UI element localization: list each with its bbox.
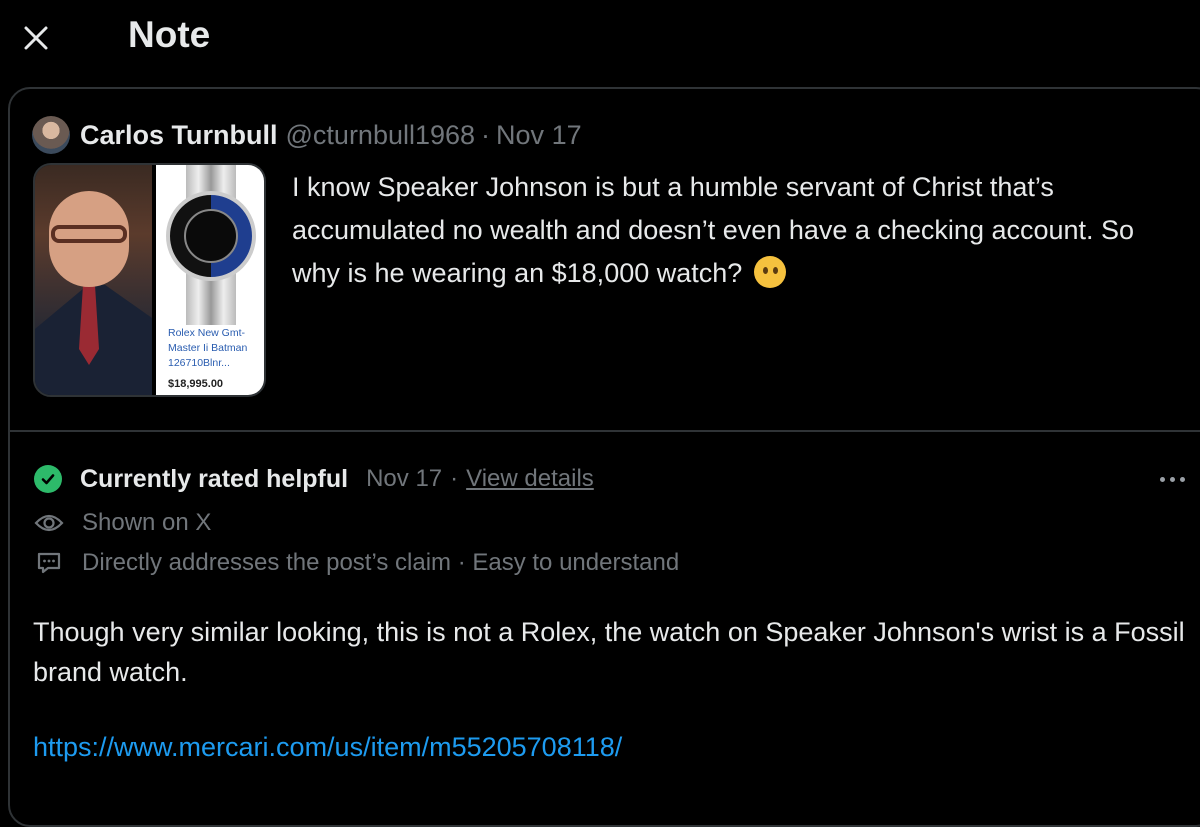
post-text: I know Speaker Johnson is but a humble s… bbox=[292, 166, 1182, 295]
author-handle[interactable]: @cturnbull1968 bbox=[286, 120, 476, 151]
check-icon bbox=[34, 465, 62, 493]
more-icon bbox=[1179, 476, 1185, 482]
avatar[interactable] bbox=[32, 116, 70, 154]
product-name: Rolex New Gmt-Master Ii Batman 126710Bln… bbox=[168, 327, 248, 369]
more-options-button[interactable] bbox=[1152, 462, 1192, 496]
page-title: Note bbox=[128, 14, 211, 55]
comment-icon bbox=[34, 551, 64, 575]
separator-dot: · bbox=[481, 119, 491, 150]
product-listing-image: Rolex New Gmt-Master Ii Batman 126710Bln… bbox=[156, 165, 264, 395]
top-bar: Note bbox=[0, 0, 1200, 80]
close-button[interactable] bbox=[14, 16, 58, 60]
watch-dial bbox=[184, 209, 238, 263]
author-name[interactable]: Carlos Turnbull bbox=[80, 120, 278, 151]
reasons-text: Directly addresses the post’s claim · Ea… bbox=[82, 549, 680, 576]
eye-icon bbox=[34, 512, 64, 534]
thinking-face-icon bbox=[753, 256, 786, 288]
note-body: Though very similar looking, this is not… bbox=[33, 617, 1185, 687]
post-date[interactable]: Nov 17 bbox=[496, 120, 582, 151]
view-details-link[interactable]: View details bbox=[466, 465, 594, 493]
post-text-content: I know Speaker Johnson is but a humble s… bbox=[292, 172, 1135, 288]
product-price: $18,995.00 bbox=[168, 378, 224, 390]
divider bbox=[10, 430, 1200, 432]
close-icon bbox=[24, 26, 48, 50]
speaker-photo bbox=[35, 165, 152, 395]
rating-row: Currently rated helpful Nov 17 · View de… bbox=[34, 462, 1194, 496]
post-media[interactable]: Rolex New Gmt-Master Ii Batman 126710Bln… bbox=[33, 163, 266, 397]
photo-glasses bbox=[51, 225, 127, 243]
more-icon bbox=[1159, 476, 1165, 482]
shown-on-row: Shown on X bbox=[34, 507, 211, 539]
more-icon bbox=[1169, 476, 1175, 482]
separator-dot: · bbox=[450, 465, 459, 492]
shown-on-text: Shown on X bbox=[82, 509, 212, 536]
reasons-row: Directly addresses the post’s claim · Ea… bbox=[34, 547, 679, 579]
post-header: Carlos Turnbull @cturnbull1968 · Nov 17 bbox=[32, 114, 582, 156]
source-link[interactable]: https://www.mercari.com/us/item/m5520570… bbox=[33, 732, 622, 763]
rating-status: Currently rated helpful bbox=[80, 464, 349, 493]
rating-date: Nov 17 bbox=[366, 465, 443, 492]
